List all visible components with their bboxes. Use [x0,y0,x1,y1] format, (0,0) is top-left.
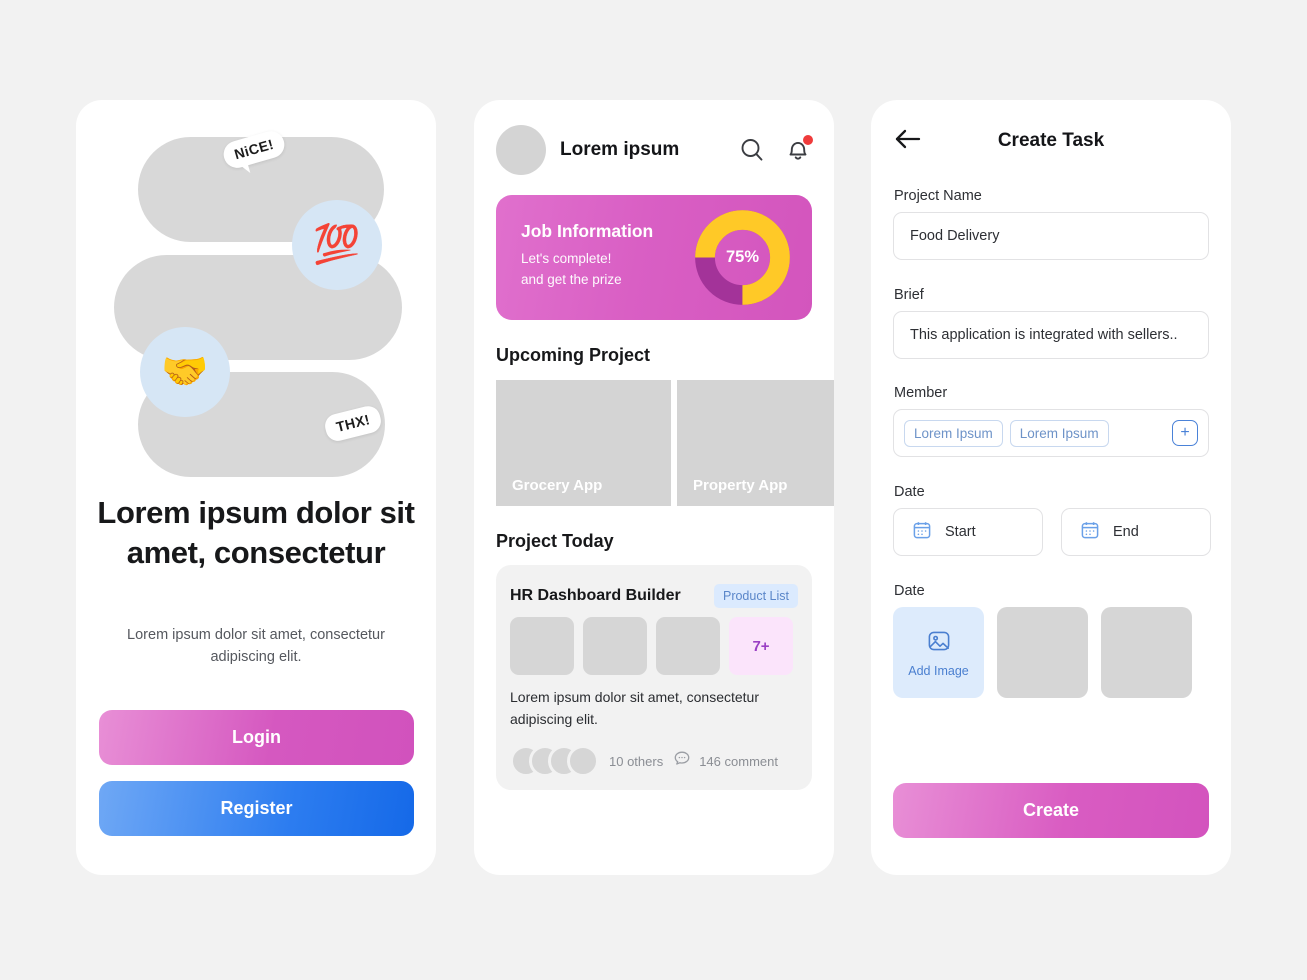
onboarding-screen: 💯 🤝 NiCE! THX! Lorem ipsum dolor sit ame… [76,100,436,875]
project-today-tiles: 7+ [510,617,793,675]
job-card-title: Job Information [521,221,654,241]
create-task-header: Create Task [893,124,1209,158]
user-name: Lorem ipsum [560,139,680,160]
brief-label: Brief [894,287,924,303]
calendar-icon [912,520,932,544]
product-list-badge[interactable]: Product List [713,584,798,608]
header-actions [738,135,813,164]
project-name-input[interactable]: Food Delivery [893,212,1209,260]
date-end-label: End [1113,524,1139,540]
date-label: Date [894,484,925,500]
upcoming-project-title: Upcoming Project [496,345,651,365]
project-today-header: HR Dashboard Builder Product List [510,584,798,608]
create-button[interactable]: Create [893,783,1209,838]
avatar[interactable] [496,125,546,175]
handshake-emoji: 🤝 [161,351,209,393]
image-placeholder[interactable] [1101,607,1192,698]
image-icon [926,628,952,657]
comment-count: 146 comment [699,753,778,769]
hundred-points-emoji: 💯 [313,224,361,266]
job-card-line-1: Let's complete! [521,251,612,266]
others-count: 10 others [609,753,664,769]
project-tile-more[interactable]: 7+ [729,617,793,675]
project-tile[interactable] [583,617,647,675]
onboarding-illustration: 💯 🤝 NiCE! THX! [76,100,436,490]
project-today-footer: 10 others 146 comment [510,745,778,777]
member-avatar-stack [510,745,599,777]
job-card-subtitle: Let's complete! and get the prize [521,249,622,291]
project-today-card[interactable]: HR Dashboard Builder Product List 7+ Lor… [496,565,812,790]
image-placeholder[interactable] [997,607,1088,698]
register-button[interactable]: Register [99,781,414,836]
handshake-emoji-badge: 🤝 [140,327,230,417]
design-canvas: 💯 🤝 NiCE! THX! Lorem ipsum dolor sit ame… [0,0,1307,980]
project-name-label: Project Name [894,188,982,204]
create-task-screen: Create Task Project Name Food Delivery B… [871,100,1231,875]
calendar-icon [1080,520,1100,544]
date-start-picker[interactable]: Start [893,508,1043,556]
job-card-line-2: and get the prize [521,271,622,287]
login-button[interactable]: Login [99,710,414,765]
hundred-points-emoji-badge: 💯 [292,200,382,290]
arrow-left-icon[interactable] [893,128,923,155]
add-image-button[interactable]: Add Image [893,607,984,698]
onboarding-subline: Lorem ipsum dolor sit amet, consectetur … [127,627,385,666]
add-image-label: Add Image [908,663,969,678]
project-tile[interactable] [656,617,720,675]
project-tile[interactable] [510,617,574,675]
progress-donut-chart: 75% [693,208,792,307]
project-thumb-label: Grocery App [512,477,603,494]
member-chip[interactable]: Lorem Ipsum [904,419,1003,447]
avatar [567,745,599,777]
onboarding-headline: Lorem ipsum dolor sit amet, consectetur [97,495,415,570]
member-field[interactable]: Lorem Ipsum Lorem Ipsum + [893,409,1209,457]
notification-dot [803,135,813,145]
progress-percent-label: 75% [725,248,760,266]
project-today-name: HR Dashboard Builder [510,587,681,604]
project-thumb-grocery[interactable]: Grocery App [496,380,671,506]
job-information-card[interactable]: Job Information Let's complete! and get … [496,195,812,320]
home-header: Lorem ipsum [496,125,813,175]
date-start-label: Start [945,524,976,540]
plus-icon[interactable]: + [1172,420,1198,446]
project-thumb-label: Property App [693,477,788,494]
bell-icon[interactable] [784,135,813,164]
date-end-picker[interactable]: End [1061,508,1211,556]
project-today-description: Lorem ipsum dolor sit amet, consectetur … [510,689,759,727]
search-icon[interactable] [738,136,766,164]
image-section-label: Date [894,583,925,599]
page-title: Create Task [997,130,1105,151]
comment-icon [673,750,691,773]
member-label: Member [894,385,948,401]
project-thumb-property[interactable]: Property App [677,380,834,506]
project-today-title: Project Today [496,531,614,551]
upcoming-project-list: Grocery App Property App [496,380,834,506]
home-screen: Lorem ipsum Job Information Let's comple… [474,100,834,875]
member-chip[interactable]: Lorem Ipsum [1009,419,1109,447]
image-upload-row: Add Image [893,607,1192,698]
brief-input[interactable]: This application is integrated with sell… [893,311,1209,359]
